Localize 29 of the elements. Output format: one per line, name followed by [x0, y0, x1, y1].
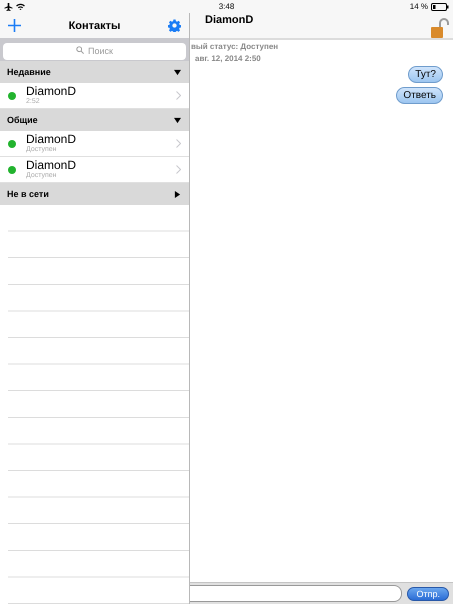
group-title: Общие	[7, 115, 38, 125]
search-field[interactable]: Поиск	[3, 42, 186, 60]
lock-icon[interactable]	[431, 17, 449, 39]
log-line: вый статус: Доступен	[191, 42, 280, 51]
message-bubble: Ответь	[396, 87, 443, 104]
contact-name: DiamonD	[26, 159, 78, 172]
battery-icon	[431, 2, 449, 10]
message-field[interactable]	[190, 585, 402, 602]
chevron-icon	[176, 139, 181, 148]
message-bubble: Тут?	[408, 66, 443, 83]
group-header[interactable]: Недавние	[0, 61, 189, 83]
sidebar-title: Контакты	[68, 20, 120, 32]
contact-name: DiamonD	[26, 133, 78, 146]
add-icon[interactable]	[8, 19, 21, 32]
group-title: Недавние	[7, 67, 51, 77]
airplane-icon	[4, 2, 13, 10]
wifi-icon	[16, 3, 25, 10]
settings-icon[interactable]	[168, 19, 181, 32]
send-button[interactable]: Отпр.	[407, 586, 449, 600]
group-header[interactable]: Не в сети	[0, 183, 189, 205]
group-title: Не в сети	[7, 189, 49, 199]
chevron-icon	[176, 165, 181, 174]
log-line: авг. 12, 2014 2:50	[195, 54, 262, 63]
contact-name: DiamonD	[26, 85, 78, 98]
chevron-icon	[176, 91, 181, 100]
group-header[interactable]: Общие	[0, 109, 189, 131]
chat-title: DiamonD	[205, 14, 254, 26]
status-time: 3:48	[218, 2, 234, 11]
battery-percent: 14 %	[410, 2, 428, 11]
